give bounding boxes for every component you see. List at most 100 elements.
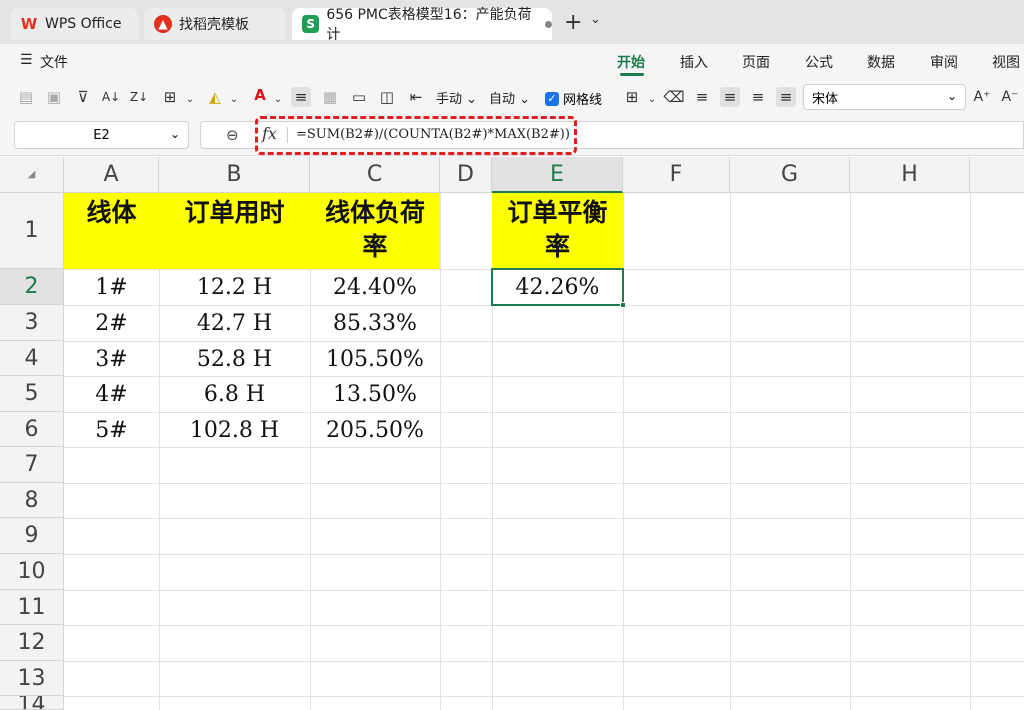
freeze-panes-icon[interactable]: ⇤	[406, 87, 426, 107]
filter-icon[interactable]: ⊽	[73, 87, 93, 107]
column-header-i[interactable]	[970, 157, 1024, 193]
cell-b5[interactable]: 6.8 H	[159, 377, 310, 412]
align-left-icon[interactable]: ≡	[692, 87, 712, 107]
row-header-8[interactable]: 8	[0, 483, 64, 518]
chevron-down-icon: ⌄	[169, 127, 180, 141]
name-box[interactable]: E2 ⌄	[14, 121, 189, 149]
cell-a1[interactable]: 线体	[64, 196, 159, 230]
chevron-down-icon[interactable]: ⌄	[180, 89, 200, 109]
menu-home[interactable]: 开始	[617, 52, 645, 72]
row-header-12[interactable]: 12	[0, 625, 64, 661]
gridline	[64, 483, 1024, 484]
column-header-b[interactable]: B	[159, 157, 310, 193]
gridline	[730, 193, 731, 710]
tab-document[interactable]: S 656 PMC表格模型16：产能负荷计	[292, 7, 552, 43]
cell-b3[interactable]: 42.7 H	[159, 306, 310, 341]
tab-wps-office[interactable]: W WPS Office	[10, 8, 138, 40]
row-header-14[interactable]: 14	[0, 696, 64, 710]
menu-review[interactable]: 审阅	[930, 52, 958, 72]
cell-a3[interactable]: 2#	[64, 306, 159, 341]
row-header-11[interactable]: 11	[0, 590, 64, 625]
clear-format-icon[interactable]: ⌫	[663, 87, 684, 107]
cell-c1[interactable]: 线体负荷 率	[310, 196, 440, 264]
column-header-d[interactable]: D	[440, 157, 492, 193]
cell-b2[interactable]: 12.2 H	[159, 270, 310, 305]
row-header-13[interactable]: 13	[0, 661, 64, 696]
cell-a5[interactable]: 4#	[64, 377, 159, 412]
cell-e1[interactable]: 订单平衡 率	[492, 196, 623, 264]
unsaved-dot-icon	[545, 20, 552, 28]
column-header-c[interactable]: C	[310, 157, 440, 193]
wps-logo-icon: W	[20, 15, 38, 33]
row-header-4[interactable]: 4	[0, 341, 64, 376]
column-header-f[interactable]: F	[623, 157, 730, 193]
cell-b6[interactable]: 102.8 H	[159, 413, 310, 447]
row-header-7[interactable]: 7	[0, 447, 64, 483]
cell-style-icon[interactable]: ⊞	[622, 87, 642, 107]
menu-file[interactable]: 文件	[40, 52, 68, 72]
cell-c2[interactable]: 24.40%	[310, 270, 440, 305]
font-color-icon[interactable]: A	[250, 85, 270, 105]
column-header-a[interactable]: A	[64, 157, 159, 193]
chevron-down-icon[interactable]: ⌄	[224, 89, 244, 109]
sort-ascending-icon[interactable]: A↓	[101, 87, 121, 107]
calc-manual-button[interactable]: 手动 ⌄	[436, 88, 477, 107]
menu-insert[interactable]: 插入	[680, 52, 708, 72]
cell-c4[interactable]: 105.50%	[310, 342, 440, 376]
row-header-6[interactable]: 6	[0, 412, 64, 447]
paste-icon[interactable]: ▤	[16, 87, 36, 107]
fill-handle[interactable]	[620, 302, 626, 308]
sort-descending-icon[interactable]: Z↓	[129, 87, 149, 107]
align-right-icon[interactable]: ≡	[748, 87, 768, 107]
menu-formula[interactable]: 公式	[805, 52, 833, 72]
cell-a6[interactable]: 5#	[64, 413, 159, 447]
merge-cells-icon[interactable]: ▦	[320, 87, 340, 107]
row-header-2[interactable]: 2	[0, 269, 64, 305]
format-painter-icon[interactable]: ▣	[44, 87, 64, 107]
row-header-3[interactable]: 3	[0, 305, 64, 341]
increase-font-size-button[interactable]: A⁺	[972, 87, 992, 107]
fill-color-icon[interactable]: ◭	[205, 87, 225, 107]
cell-b4[interactable]: 52.8 H	[159, 342, 310, 376]
zoom-formula-icon[interactable]: ⊖	[226, 126, 239, 144]
checkbox-checked-icon: ✓	[545, 91, 559, 106]
menu-view[interactable]: 视图	[992, 52, 1020, 72]
insert-column-icon[interactable]: ◫	[377, 87, 397, 107]
calc-auto-button[interactable]: 自动 ⌄	[489, 88, 530, 107]
borders-icon[interactable]: ⊞	[160, 87, 180, 107]
gridline	[64, 590, 1024, 591]
hamburger-icon[interactable]: ☰	[20, 52, 33, 68]
row-header-10[interactable]: 10	[0, 554, 64, 590]
insert-row-icon[interactable]: ▭	[349, 87, 369, 107]
tab-template[interactable]: ▲ 找稻壳模板	[144, 8, 286, 40]
column-header-e[interactable]: E	[492, 157, 623, 193]
column-header-g[interactable]: G	[730, 157, 850, 193]
row-header-5[interactable]: 5	[0, 376, 64, 412]
align-center-icon[interactable]: ≡	[720, 87, 740, 107]
chevron-down-icon[interactable]: ⌄	[268, 89, 288, 109]
cell-c3[interactable]: 85.33%	[310, 306, 440, 341]
chevron-down-icon[interactable]: ⌄	[642, 89, 662, 109]
cell-a4[interactable]: 3#	[64, 342, 159, 376]
decrease-font-size-button[interactable]: A⁻	[1000, 87, 1020, 107]
menu-page[interactable]: 页面	[742, 52, 770, 72]
row-header-9[interactable]: 9	[0, 518, 64, 554]
wrap-text-icon[interactable]: ≡	[291, 87, 311, 107]
cell-c5[interactable]: 13.50%	[310, 377, 440, 412]
new-tab-button[interactable]: +	[564, 10, 582, 35]
cell-b1[interactable]: 订单用时	[159, 196, 310, 230]
cell-a2[interactable]: 1#	[64, 270, 159, 305]
column-header-h[interactable]: H	[850, 157, 970, 193]
new-tab-menu-button[interactable]: ⌄	[590, 12, 601, 27]
justify-icon[interactable]: ≡	[776, 87, 796, 107]
cell-e2-selected[interactable]: 42.26%	[491, 268, 624, 306]
font-family-select[interactable]: 宋体 ⌄	[803, 84, 966, 110]
cell-c6[interactable]: 205.50%	[310, 413, 440, 447]
menu-data[interactable]: 数据	[867, 52, 895, 72]
gridline	[64, 447, 1024, 448]
row-header-1[interactable]: 1	[0, 193, 64, 269]
menu-active-indicator	[620, 73, 644, 76]
tab-label: 找稻壳模板	[179, 17, 249, 33]
gridlines-toggle[interactable]: ✓ 网格线	[545, 89, 602, 108]
select-all-button[interactable]: ◢	[0, 157, 64, 193]
